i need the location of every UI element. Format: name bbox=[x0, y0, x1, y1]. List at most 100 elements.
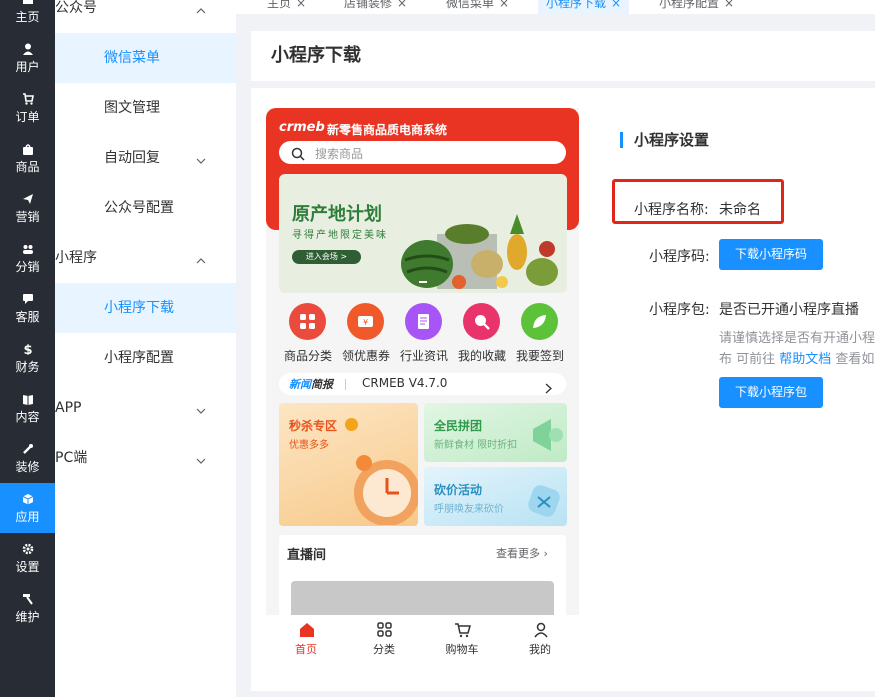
promo-seckill-title: 秒杀专区 bbox=[289, 419, 338, 433]
code-label: 小程序码: bbox=[649, 249, 710, 265]
close-icon[interactable]: × bbox=[611, 0, 621, 10]
cart-icon bbox=[0, 93, 55, 105]
grid-icon bbox=[289, 303, 326, 340]
tab-2[interactable]: 微信菜单 × bbox=[446, 0, 509, 14]
menu-item-1[interactable]: 微信菜单 bbox=[55, 33, 236, 83]
menu-item-0[interactable]: 公众号 bbox=[55, 0, 236, 33]
news-text: CRMEB V4.7.0 bbox=[362, 376, 448, 390]
quick-item-3[interactable]: 我的收藏 bbox=[451, 303, 513, 365]
menu-item-label: 小程序配置 bbox=[104, 350, 174, 366]
news-icon bbox=[405, 303, 442, 340]
rail-item-0[interactable]: 主页 bbox=[0, 0, 55, 33]
rail-item-10[interactable]: 应用 bbox=[0, 483, 55, 533]
store-title: 新零售商品质电商系统 bbox=[327, 123, 448, 137]
chevron-down-icon bbox=[196, 153, 206, 164]
quick-item-label: 行业资讯 bbox=[399, 349, 448, 363]
rail-item-11[interactable]: 设置 bbox=[0, 533, 55, 583]
phone-tab-1[interactable]: 分类 bbox=[345, 615, 423, 665]
dollar-icon: $ bbox=[0, 343, 55, 355]
gear-icon bbox=[0, 543, 55, 555]
menu-item-label: 小程序下载 bbox=[104, 300, 174, 316]
rail-item-5[interactable]: 分销 bbox=[0, 233, 55, 283]
promo-group[interactable]: 全民拼团 新鲜食材 限时折扣 bbox=[424, 403, 567, 462]
banner-button[interactable]: 进入会场 > bbox=[292, 250, 361, 264]
rail-item-label: 应用 bbox=[15, 510, 40, 524]
tab-4[interactable]: 小程序配置 × bbox=[659, 0, 734, 14]
rail-item-label: 分销 bbox=[15, 260, 40, 274]
promo-seckill[interactable]: 秒杀专区 优惠多多 bbox=[279, 403, 418, 526]
close-icon[interactable]: × bbox=[296, 0, 306, 10]
rail-item-2[interactable]: 订单 bbox=[0, 83, 55, 133]
promo-bargain[interactable]: 砍价活动 呼朋唤友来砍价 bbox=[424, 467, 567, 526]
rail-item-1[interactable]: 用户 bbox=[0, 33, 55, 83]
tab-0[interactable]: 主页 × bbox=[267, 0, 306, 14]
live-more-link[interactable]: 查看更多 › bbox=[496, 545, 548, 561]
sub-menu: 公众号微信菜单图文管理自动回复 公众号配置小程序小程序下载小程序配置 APP PC端 bbox=[55, 0, 236, 697]
name-value: 未命名 bbox=[719, 202, 761, 218]
phone-tab-3[interactable]: 我的 bbox=[501, 615, 579, 665]
rail-item-8[interactable]: 内容 bbox=[0, 383, 55, 433]
menu-item-7[interactable]: 小程序配置 bbox=[55, 333, 236, 383]
main-rail: 主页 用户订单商品营销分销客服 $ 财务内容 装修应用设置 维护 bbox=[0, 0, 55, 697]
svg-text:¥: ¥ bbox=[363, 318, 368, 327]
tab-label: 小程序配置 bbox=[659, 0, 720, 10]
menu-item-label: 微信菜单 bbox=[104, 50, 160, 66]
quick-item-2[interactable]: 行业资讯 bbox=[393, 303, 455, 365]
phone-tab-label: 首页 bbox=[295, 643, 317, 656]
rail-item-label: 财务 bbox=[15, 360, 40, 374]
svg-text:$: $ bbox=[23, 343, 32, 355]
close-icon[interactable]: × bbox=[397, 0, 407, 10]
search-icon bbox=[291, 146, 305, 165]
menu-item-5[interactable]: 小程序 bbox=[55, 233, 236, 283]
menu-item-3[interactable]: 自动回复 bbox=[55, 133, 236, 183]
cube-icon bbox=[0, 493, 55, 505]
news-ticker[interactable]: 新闻简报 CRMEB V4.7.0 bbox=[279, 373, 566, 395]
phone-tab-2[interactable]: 购物车 bbox=[423, 615, 501, 665]
name-label: 小程序名称: bbox=[634, 202, 709, 218]
rail-item-6[interactable]: 客服 bbox=[0, 283, 55, 333]
menu-item-9[interactable]: PC端 bbox=[55, 433, 236, 483]
quick-item-4[interactable]: 我要签到 bbox=[509, 303, 571, 365]
phone-search-bar[interactable]: 搜索商品 bbox=[279, 141, 566, 164]
menu-item-label: 小程序 bbox=[55, 250, 97, 266]
leaf-icon bbox=[521, 303, 558, 340]
menu-item-label: APP bbox=[55, 400, 82, 416]
menu-item-label: 图文管理 bbox=[104, 100, 160, 116]
favorite-icon bbox=[463, 303, 500, 340]
menu-item-8[interactable]: APP bbox=[55, 383, 236, 433]
page-header: 小程序下载 bbox=[251, 31, 875, 81]
chevron-up-icon bbox=[196, 3, 206, 14]
phone-tab-0[interactable]: 首页 bbox=[267, 615, 345, 665]
rail-item-12[interactable]: 维护 bbox=[0, 583, 55, 633]
flash-icon bbox=[345, 418, 358, 431]
book-icon bbox=[0, 393, 55, 405]
tab-3[interactable]: 小程序下载 × bbox=[538, 0, 630, 14]
help-doc-link[interactable]: 帮助文档 bbox=[779, 352, 831, 367]
download-code-button[interactable]: 下载小程序码 bbox=[719, 239, 823, 270]
quick-item-1[interactable]: ¥ 领优惠券 bbox=[335, 303, 397, 365]
news-tag: 新闻简报 bbox=[289, 378, 333, 391]
tab-1[interactable]: 店铺装修 × bbox=[344, 0, 407, 14]
menu-item-2[interactable]: 图文管理 bbox=[55, 83, 236, 133]
tab-bar: 主页 × 店铺装修 × 微信菜单 × 小程序下载 × 小程序配置 × bbox=[236, 0, 875, 14]
quick-item-0[interactable]: 商品分类 bbox=[277, 303, 339, 365]
rail-item-label: 营销 bbox=[15, 210, 40, 224]
rail-item-4[interactable]: 营销 bbox=[0, 183, 55, 233]
carousel-indicator bbox=[419, 281, 427, 283]
banner-subtitle: 寻得产地限定美味 bbox=[292, 230, 388, 241]
bag-icon bbox=[0, 143, 55, 155]
close-icon[interactable]: × bbox=[724, 0, 734, 10]
rail-item-3[interactable]: 商品 bbox=[0, 133, 55, 183]
download-package-button[interactable]: 下载小程序包 bbox=[719, 377, 823, 408]
live-question: 是否已开通小程序直播 bbox=[719, 302, 859, 318]
promo-banner[interactable]: 原产地计划 寻得产地限定美味 进入会场 > bbox=[279, 174, 567, 293]
menu-item-6[interactable]: 小程序下载 bbox=[55, 283, 236, 333]
close-icon[interactable]: × bbox=[499, 0, 509, 10]
rail-item-9[interactable]: 装修 bbox=[0, 433, 55, 483]
rail-item-label: 订单 bbox=[15, 110, 40, 124]
group-icon bbox=[0, 243, 55, 255]
rail-item-7[interactable]: $ 财务 bbox=[0, 333, 55, 383]
menu-item-4[interactable]: 公众号配置 bbox=[55, 183, 236, 233]
live-title: 直播间 bbox=[287, 548, 327, 563]
promo-group-title: 全民拼团 bbox=[434, 419, 483, 433]
